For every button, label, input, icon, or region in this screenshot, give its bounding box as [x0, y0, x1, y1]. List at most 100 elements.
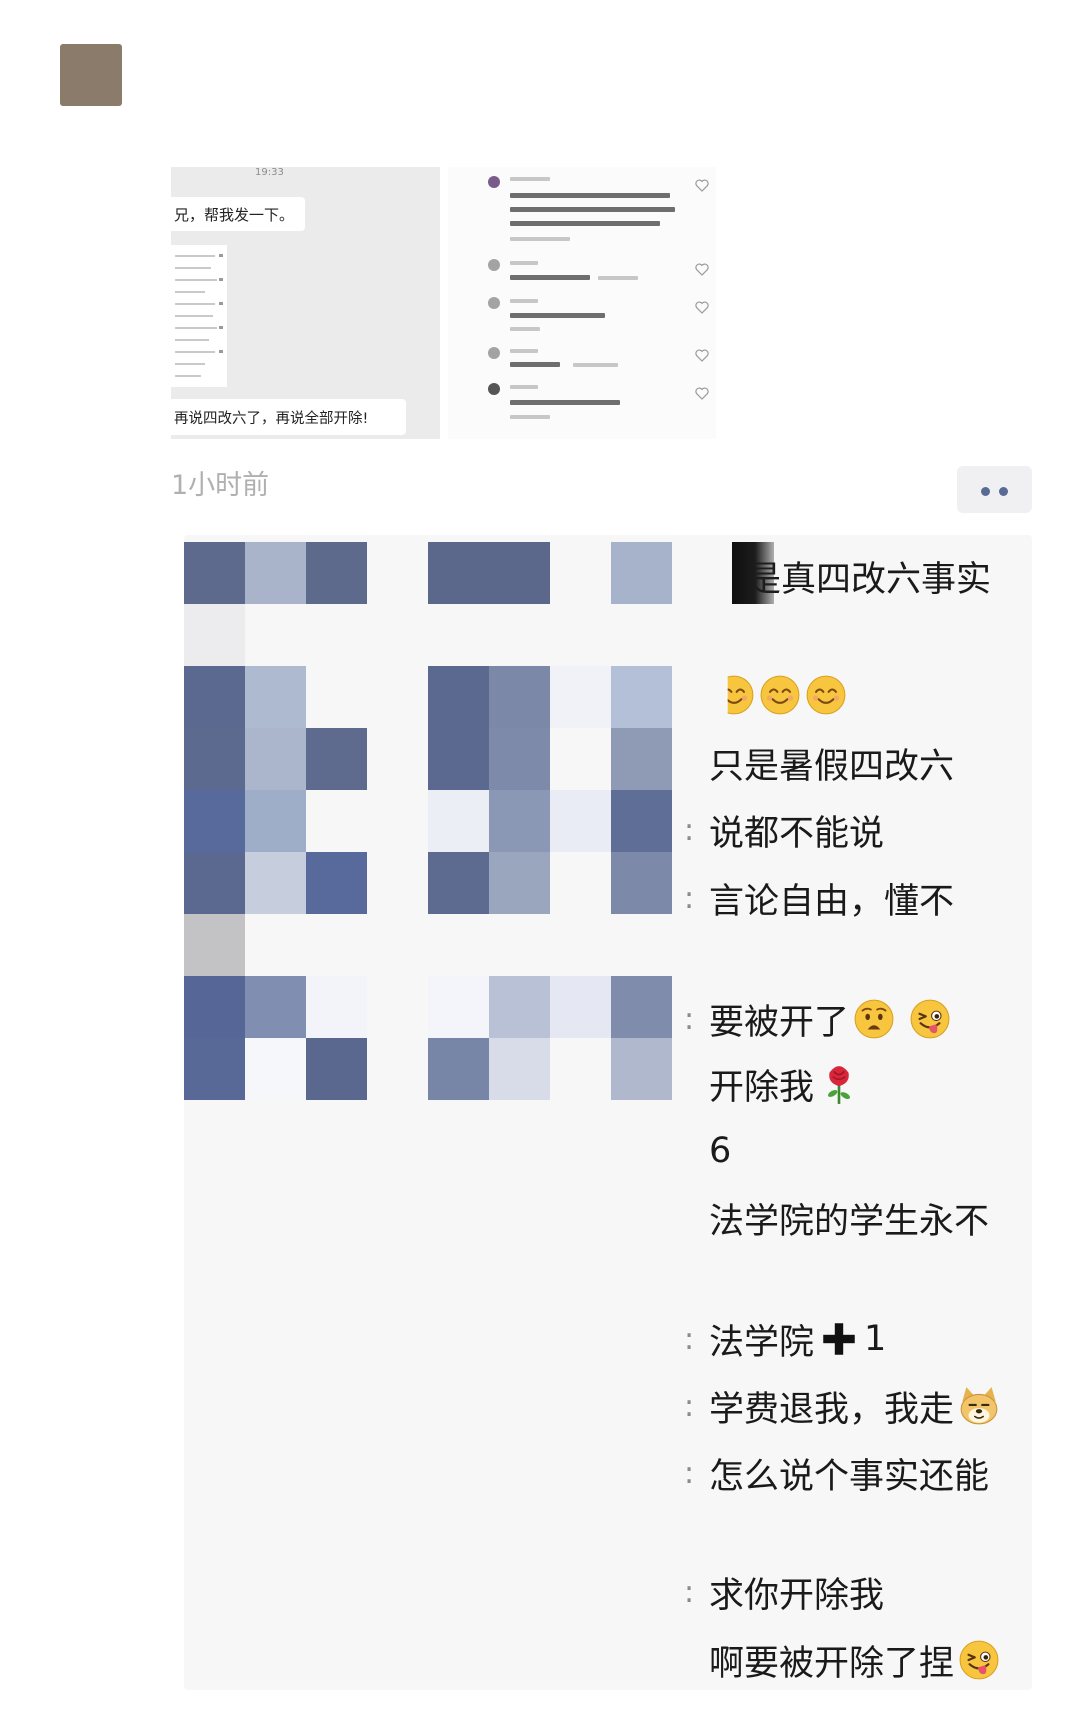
- comment-text: 要被开了: [709, 1002, 850, 1043]
- mosaic-cell: [245, 542, 306, 604]
- comment-separator: :: [684, 1455, 695, 1491]
- mosaic-cell: [245, 1038, 306, 1100]
- comment-row[interactable]: 只是暑假四改六: [684, 741, 954, 787]
- emoji-group: [814, 1318, 860, 1360]
- comment-text: 只是暑假四改六: [709, 746, 955, 787]
- comment-text: 说都不能说: [709, 813, 885, 854]
- mosaic-cell: [306, 976, 367, 1038]
- comment-row[interactable]: : 怎么说个事实还能: [684, 1451, 989, 1497]
- comment-separator: :: [684, 1001, 695, 1037]
- mosaic-cell: [428, 542, 489, 604]
- commenter-avatar: [488, 176, 500, 188]
- chat-bubble-bottom-text: 再说四改六了，再说全部开除!: [174, 410, 369, 427]
- heart-icon: [695, 387, 709, 400]
- post-image-chat-screenshot[interactable]: 19:33 兄，帮我发一下。 再说四改六了，再说全部开除!: [171, 167, 440, 439]
- heavy-plus-icon: [818, 1318, 860, 1360]
- comment-row[interactable]: 是真四改六事实: [684, 554, 991, 600]
- mosaic-cell: [428, 666, 489, 728]
- mosaic-cell: [428, 1038, 489, 1100]
- mosaic-cell: [245, 728, 306, 790]
- comment-text: 6: [709, 1131, 732, 1171]
- mosaic-cell: [184, 976, 245, 1038]
- heart-icon: [695, 263, 709, 276]
- heart-icon: [695, 349, 709, 362]
- mosaic-cell: [611, 852, 672, 914]
- comment-text: 开除我: [709, 1067, 815, 1108]
- mosaic-cell: [306, 1038, 367, 1100]
- comment-row[interactable]: 法学院的学生永不: [684, 1196, 989, 1242]
- comment-row[interactable]: : 说都不能说: [684, 808, 884, 854]
- mosaic-cell: [184, 542, 245, 604]
- mosaic-cell: [550, 976, 611, 1038]
- comment-text: 是真四改六事实: [746, 559, 992, 600]
- mosaic-cell: [489, 666, 550, 728]
- doge-icon: [958, 1385, 1000, 1427]
- mosaic-cell: [184, 604, 245, 666]
- emoji-group: [709, 674, 847, 716]
- worried-face-icon: [853, 998, 895, 1040]
- mosaic-cell: [306, 728, 367, 790]
- smiling-face-icon: [727, 674, 755, 716]
- comment-text: 怎么说个事实还能: [709, 1456, 990, 1497]
- mosaic-cell: [306, 852, 367, 914]
- comment-separator: :: [684, 1388, 695, 1424]
- post-timestamp: 1小时前: [171, 470, 270, 498]
- mosaic-cell: [550, 666, 611, 728]
- mosaic-cell: [184, 666, 245, 728]
- image-time-text: 19:33: [255, 167, 284, 178]
- mosaic-cell: [611, 666, 672, 728]
- commenter-avatar: [488, 347, 500, 359]
- avatar[interactable]: [60, 44, 122, 106]
- mosaic-cell: [428, 852, 489, 914]
- smiling-face-icon: [805, 674, 847, 716]
- mosaic-cell: [428, 790, 489, 852]
- comment-suffix: 1: [864, 1319, 887, 1359]
- comment-text: 学费退我，我走: [709, 1389, 955, 1430]
- comment-row[interactable]: 开除我: [684, 1062, 860, 1108]
- mosaic-cell: [550, 790, 611, 852]
- mosaic-cell: [184, 1038, 245, 1100]
- mosaic-cell: [489, 542, 550, 604]
- mosaic-cell: [489, 790, 550, 852]
- commenter-avatar: [488, 383, 500, 395]
- mosaic-cell: [489, 852, 550, 914]
- mosaic-cell: [489, 976, 550, 1038]
- mosaic-cell: [245, 790, 306, 852]
- comment-text: 法学院的学生永不: [709, 1201, 990, 1242]
- mosaic-cell: [611, 976, 672, 1038]
- chat-bubble-top: 兄，帮我发一下。: [171, 197, 305, 231]
- comment-row[interactable]: : 言论自由，懂不: [684, 876, 954, 922]
- redaction-bar: [732, 542, 774, 604]
- comment-text: 求你开除我: [709, 1575, 885, 1616]
- comment-row[interactable]: : 求你开除我: [684, 1570, 884, 1616]
- chat-bubble-top-text: 兄，帮我发一下。: [174, 205, 295, 224]
- mosaic-cell: [245, 976, 306, 1038]
- emoji-group: [849, 998, 951, 1040]
- mosaic-cell: [245, 852, 306, 914]
- comment-row[interactable]: : 学费退我，我走: [684, 1384, 1000, 1430]
- winking-tongue-face-icon: [909, 998, 951, 1040]
- comment-row[interactable]: : 法学院 1: [684, 1317, 887, 1363]
- comment-row[interactable]: : 要被开了: [684, 997, 951, 1043]
- more-actions-button[interactable]: [957, 466, 1032, 513]
- mosaic-cell: [245, 666, 306, 728]
- mosaic-cell: [428, 976, 489, 1038]
- emoji-group: [814, 1063, 860, 1105]
- post-image-comments-screenshot[interactable]: [448, 167, 716, 439]
- comment-row[interactable]: 6: [684, 1129, 731, 1173]
- mosaic-cell: [611, 728, 672, 790]
- chat-bubble-bottom: 再说四改六了，再说全部开除!: [171, 399, 406, 435]
- comment-separator: :: [684, 1321, 695, 1357]
- mosaic-cell: [184, 728, 245, 790]
- comment-row[interactable]: 啊要被开除了捏: [684, 1638, 1000, 1684]
- comment-separator: :: [684, 1574, 695, 1610]
- mosaic-cell: [184, 790, 245, 852]
- smiling-face-icon: [759, 674, 801, 716]
- comment-separator: :: [684, 812, 695, 848]
- mosaic-cell: [306, 542, 367, 604]
- comment-row[interactable]: [684, 673, 847, 717]
- mosaic-cell: [489, 728, 550, 790]
- emoji-group: [954, 1639, 1000, 1681]
- rose-icon: [818, 1063, 860, 1105]
- mosaic-cell: [184, 852, 245, 914]
